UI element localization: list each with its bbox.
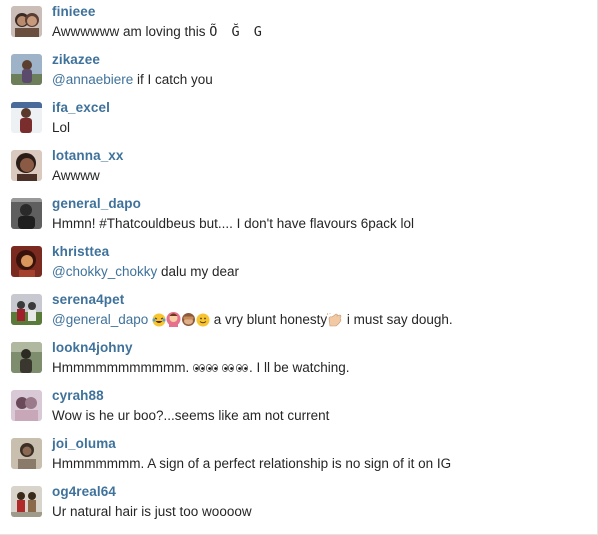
avatar[interactable] [11,6,42,37]
avatar[interactable] [11,294,42,325]
comments-list: finieee Awwwwww am loving this Õ Ğ G zik… [0,0,598,535]
avatar-image [11,150,42,181]
username[interactable]: khristtea [52,244,109,259]
comment-text-prefix: Awwwwww am loving this [52,24,210,39]
comment-text: Awwwwww am loving this Õ Ğ G [52,24,265,40]
comment-item: finieee Awwwwww am loving this Õ Ğ G [0,0,597,48]
avatar[interactable] [11,438,42,469]
username[interactable]: serena4pet [52,292,124,307]
avatar-image [11,390,42,421]
avatar[interactable] [11,342,42,373]
comment-item: og4real64 Ur natural hair is just too wo… [0,480,597,528]
comment-text: Hmmmmmmm. A sign of a perfect relationsh… [52,456,452,471]
avatar-image [11,438,42,469]
username[interactable]: ifa_excel [52,100,110,115]
comment-item: khristtea @chokky_chokky dalu my dear [0,240,597,288]
username[interactable]: finieee [52,4,95,19]
comment-text-middle: a vry blunt honesty [210,312,328,327]
mention-link[interactable]: @annaebiere [52,72,133,87]
smiling-emoji-icon [196,313,210,327]
mention-link[interactable]: @chokky_chokky [52,264,157,279]
comment-text: Hmmmmmmmmmmm. . I ll be watching. [52,360,350,376]
eyes-emoji-icon [193,361,249,376]
comment-text: Lol [52,120,71,135]
comment-text: Wow is he ur boo?...seems like am not cu… [52,408,330,423]
comment-item: lotanna_xx Awwww [0,144,597,192]
username[interactable]: lotanna_xx [52,148,124,163]
comment-item: lookn4johny Hmmmmmmmmmmm. . I ll be watc… [0,336,597,384]
comment-text-rest: i must say dough. [343,312,453,327]
avatar[interactable] [11,150,42,181]
comment-item: cyrah88 Wow is he ur boo?...seems like a… [0,384,597,432]
avatar-image [11,246,42,277]
username[interactable]: og4real64 [52,484,116,499]
mention-link[interactable]: @general_dapo [52,312,148,327]
avatar[interactable] [11,198,42,229]
comment-text-rest: dalu my dear [157,264,240,279]
avatar-image [11,294,42,325]
special-glyphs: Õ Ğ G [209,24,265,40]
comment-item: joi_oluma Hmmmmmmm. A sign of a perfect … [0,432,597,480]
avatar-image [11,198,42,229]
comment-text-prefix: Hmmmmmmmmmmm. [52,360,193,375]
clapping-hands-emoji-icon [327,313,343,327]
comment-text: @chokky_chokky dalu my dear [52,264,239,279]
comment-text: @general_dapo a vry blunt honesty i must… [52,312,453,327]
username[interactable]: zikazee [52,52,100,67]
comment-item: ifa_excel Lol [0,96,597,144]
username[interactable]: lookn4johny [52,340,133,355]
avatar[interactable] [11,390,42,421]
comment-text: Hmmn! #Thatcouldbeus but.... I don't hav… [52,216,415,231]
username[interactable]: general_dapo [52,196,141,211]
comment-text-rest: . I ll be watching. [248,360,350,375]
avatar-image [11,342,42,373]
comment-text: Ur natural hair is just too woooow [52,504,252,519]
woman-gesturing-emoji-icon [166,312,181,327]
avatar[interactable] [11,486,42,517]
comment-item: serena4pet @general_dapo a vry blunt hon… [0,288,597,336]
comment-text: @annaebiere if I catch you [52,72,213,87]
avatar-image [11,486,42,517]
see-no-evil-monkey-emoji-icon [181,312,196,327]
comment-text-rest: if I catch you [133,72,213,87]
avatar[interactable] [11,102,42,133]
comment-item: zikazee @annaebiere if I catch you [0,48,597,96]
avatar-image [11,54,42,85]
avatar-image [11,102,42,133]
username[interactable]: joi_oluma [52,436,116,451]
avatar[interactable] [11,54,42,85]
username[interactable]: cyrah88 [52,388,104,403]
laughing-crying-emoji-icon [152,313,166,327]
comment-item: general_dapo Hmmn! #Thatcouldbeus but...… [0,192,597,240]
avatar-image [11,6,42,37]
comment-text: Awwww [52,168,100,183]
avatar[interactable] [11,246,42,277]
